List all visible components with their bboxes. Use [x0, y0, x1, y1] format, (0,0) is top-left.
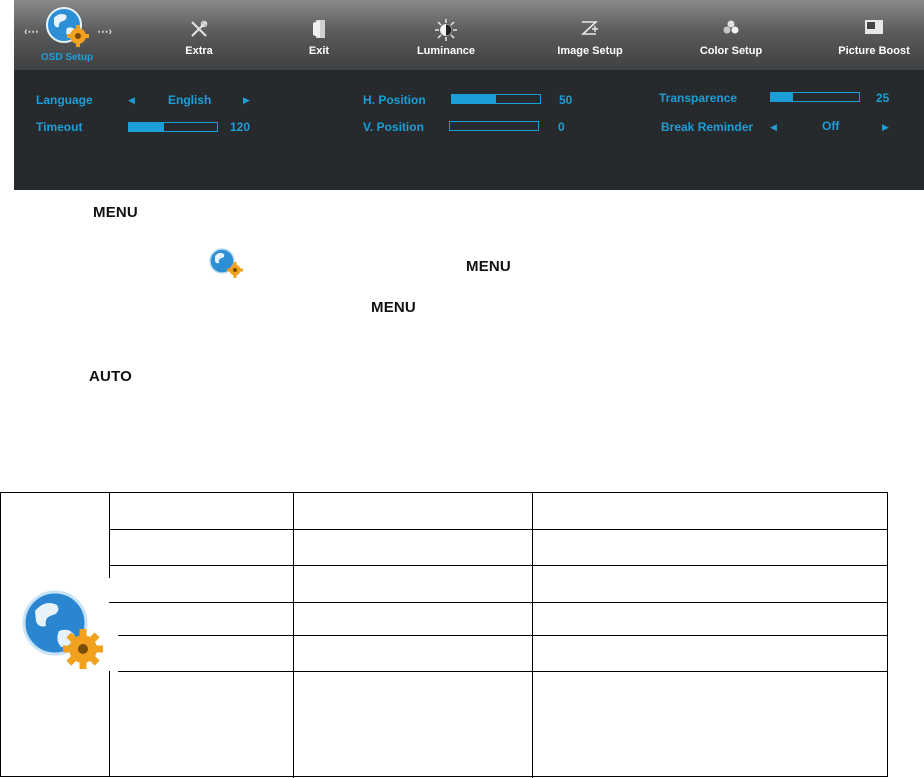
tab-label: OSD Setup: [40, 52, 94, 63]
tab-label: Image Setup: [557, 45, 623, 57]
timeout-slider[interactable]: [128, 122, 218, 132]
menu-key-label: MENU: [93, 204, 138, 221]
globe-gear-icon: [46, 7, 89, 47]
slider-fill: [452, 95, 496, 103]
tab-label: Exit: [308, 45, 330, 57]
setting-label-timeout: Timeout: [36, 120, 83, 134]
arrow-left-icon[interactable]: ◀: [770, 122, 777, 133]
setting-label-language: Language: [36, 93, 93, 107]
setting-value-timeout: 120: [230, 120, 251, 134]
tab-extra[interactable]: Extra: [154, 0, 244, 70]
setting-label-break-reminder: Break Reminder: [661, 120, 754, 134]
tab-label: Extra: [185, 45, 213, 57]
v-position-slider[interactable]: [449, 121, 539, 131]
globe-gear-icon: [22, 590, 103, 669]
tab-image-setup[interactable]: Image Setup: [545, 0, 635, 70]
chevron-left-icon[interactable]: ‹⋯: [24, 25, 39, 38]
tab-label: Color Setup: [699, 45, 763, 57]
menu-key-label: MENU: [466, 258, 511, 275]
auto-key-label: AUTO: [89, 368, 133, 385]
tab-luminance[interactable]: Luminance: [401, 0, 491, 70]
slider-fill: [771, 93, 793, 101]
slider-fill: [129, 123, 165, 131]
osd-menu-panel: ‹⋯ ⋯› OSD Setup Extra Exit Luminance Ima…: [14, 0, 924, 190]
sun-icon: [435, 19, 457, 41]
setting-label-transparence: Transparence: [659, 91, 738, 105]
setting-value-transparence: 25: [876, 91, 890, 105]
chevron-right-icon[interactable]: ⋯›: [97, 25, 112, 38]
tab-picture-boost[interactable]: Picture Boost: [826, 0, 922, 70]
arrow-right-icon[interactable]: ▶: [882, 122, 889, 133]
tab-osd-setup[interactable]: ‹⋯ ⋯› OSD Setup: [22, 0, 112, 70]
color-circles-icon: [723, 20, 739, 34]
arrow-right-icon[interactable]: ▶: [243, 95, 250, 106]
setting-value-h-position: 50: [559, 93, 573, 107]
tab-color-setup[interactable]: Color Setup: [686, 0, 776, 70]
setting-value-v-position: 0: [558, 120, 565, 134]
arrow-left-icon[interactable]: ◀: [128, 95, 135, 106]
setting-label-v-position: V. Position: [363, 120, 424, 134]
menu-key-label: MENU: [371, 299, 416, 316]
transparence-slider[interactable]: [770, 92, 860, 102]
h-position-slider[interactable]: [451, 94, 541, 104]
tools-icon: [191, 20, 208, 37]
settings-table: [0, 492, 888, 778]
setting-label-h-position: H. Position: [363, 93, 426, 107]
setting-value-break-reminder[interactable]: Off: [822, 119, 839, 133]
osd-tab-bar: ‹⋯ ⋯› OSD Setup Extra Exit Luminance Ima…: [14, 0, 924, 70]
tab-label: Picture Boost: [838, 45, 910, 57]
tab-label: Luminance: [416, 45, 476, 57]
tab-exit[interactable]: Exit: [274, 0, 364, 70]
exit-door-icon: [313, 20, 325, 38]
setting-value-language[interactable]: English: [168, 93, 211, 107]
picture-boost-icon: [865, 20, 883, 34]
image-setup-icon: [580, 21, 599, 35]
globe-gear-icon: [209, 248, 243, 278]
